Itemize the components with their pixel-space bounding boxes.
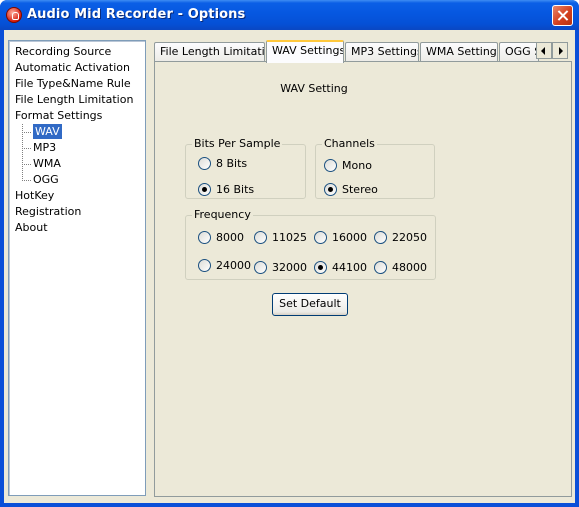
group-label: Bits Per Sample xyxy=(192,137,283,150)
tree-item-format-settings[interactable]: Format Settings xyxy=(15,108,102,124)
tab-wav-settings[interactable]: WAV Settings xyxy=(266,40,344,63)
frequency-group: Frequency 8000 11025 16000 22050 24000 3… xyxy=(185,208,436,280)
microphone-icon xyxy=(6,7,22,23)
channels-group: Channels Mono Stereo xyxy=(315,137,435,199)
tree-item-wma[interactable]: WMA xyxy=(33,156,61,172)
tree-item-hotkey[interactable]: HotKey xyxy=(15,188,54,204)
tree-item-recording-source[interactable]: Recording Source xyxy=(15,44,111,60)
tree-connector-line xyxy=(22,132,31,133)
radio-circle xyxy=(198,157,211,170)
tree-connector-line xyxy=(22,148,31,149)
wav-settings-panel: WAV Setting Bits Per Sample 8 Bits 16 Bi… xyxy=(154,61,572,497)
radio-circle xyxy=(324,183,337,196)
tab-scroll-left-icon[interactable] xyxy=(536,42,552,59)
radio-circle xyxy=(198,183,211,196)
group-label: Channels xyxy=(322,137,377,150)
tree-item-automatic-activation[interactable]: Automatic Activation xyxy=(15,60,130,76)
client-area: Recording Source Automatic Activation Fi… xyxy=(4,30,575,503)
tree-connector-line xyxy=(22,180,31,181)
tree-connector-line xyxy=(22,164,31,165)
tab-wma-settings[interactable]: WMA Settings xyxy=(420,42,498,62)
tab-mp3-settings[interactable]: MP3 Settings xyxy=(345,42,419,62)
tab-ogg-settings[interactable]: OGG Settings xyxy=(499,42,539,62)
tree-item-mp3[interactable]: MP3 xyxy=(33,140,56,156)
set-default-button[interactable]: Set Default xyxy=(272,293,348,316)
tab-scroll-right-icon[interactable] xyxy=(552,42,568,59)
settings-tree[interactable]: Recording Source Automatic Activation Fi… xyxy=(8,40,146,496)
options-window: Audio Mid Recorder - Options Recording S… xyxy=(0,0,579,507)
tab-strip: File Length Limitation WAV Settings MP3 … xyxy=(154,40,570,63)
bits-per-sample-group: Bits Per Sample 8 Bits 16 Bits xyxy=(185,137,306,199)
tree-item-file-length-limitation[interactable]: File Length Limitation xyxy=(15,92,133,108)
tree-item-file-type-name-rule[interactable]: File Type&Name Rule xyxy=(15,76,131,92)
close-icon[interactable] xyxy=(552,5,573,26)
tree-item-registration[interactable]: Registration xyxy=(15,204,81,220)
panel-title: WAV Setting xyxy=(280,82,348,95)
tree-item-ogg[interactable]: OGG xyxy=(33,172,59,188)
tree-item-wav[interactable]: WAV xyxy=(33,124,62,140)
window-title: Audio Mid Recorder - Options xyxy=(27,7,246,22)
tab-file-length-limitation[interactable]: File Length Limitation xyxy=(154,42,265,62)
group-label: Frequency xyxy=(192,208,253,221)
tree-item-about[interactable]: About xyxy=(15,220,48,236)
title-bar[interactable]: Audio Mid Recorder - Options xyxy=(0,0,579,30)
radio-circle xyxy=(324,159,337,172)
